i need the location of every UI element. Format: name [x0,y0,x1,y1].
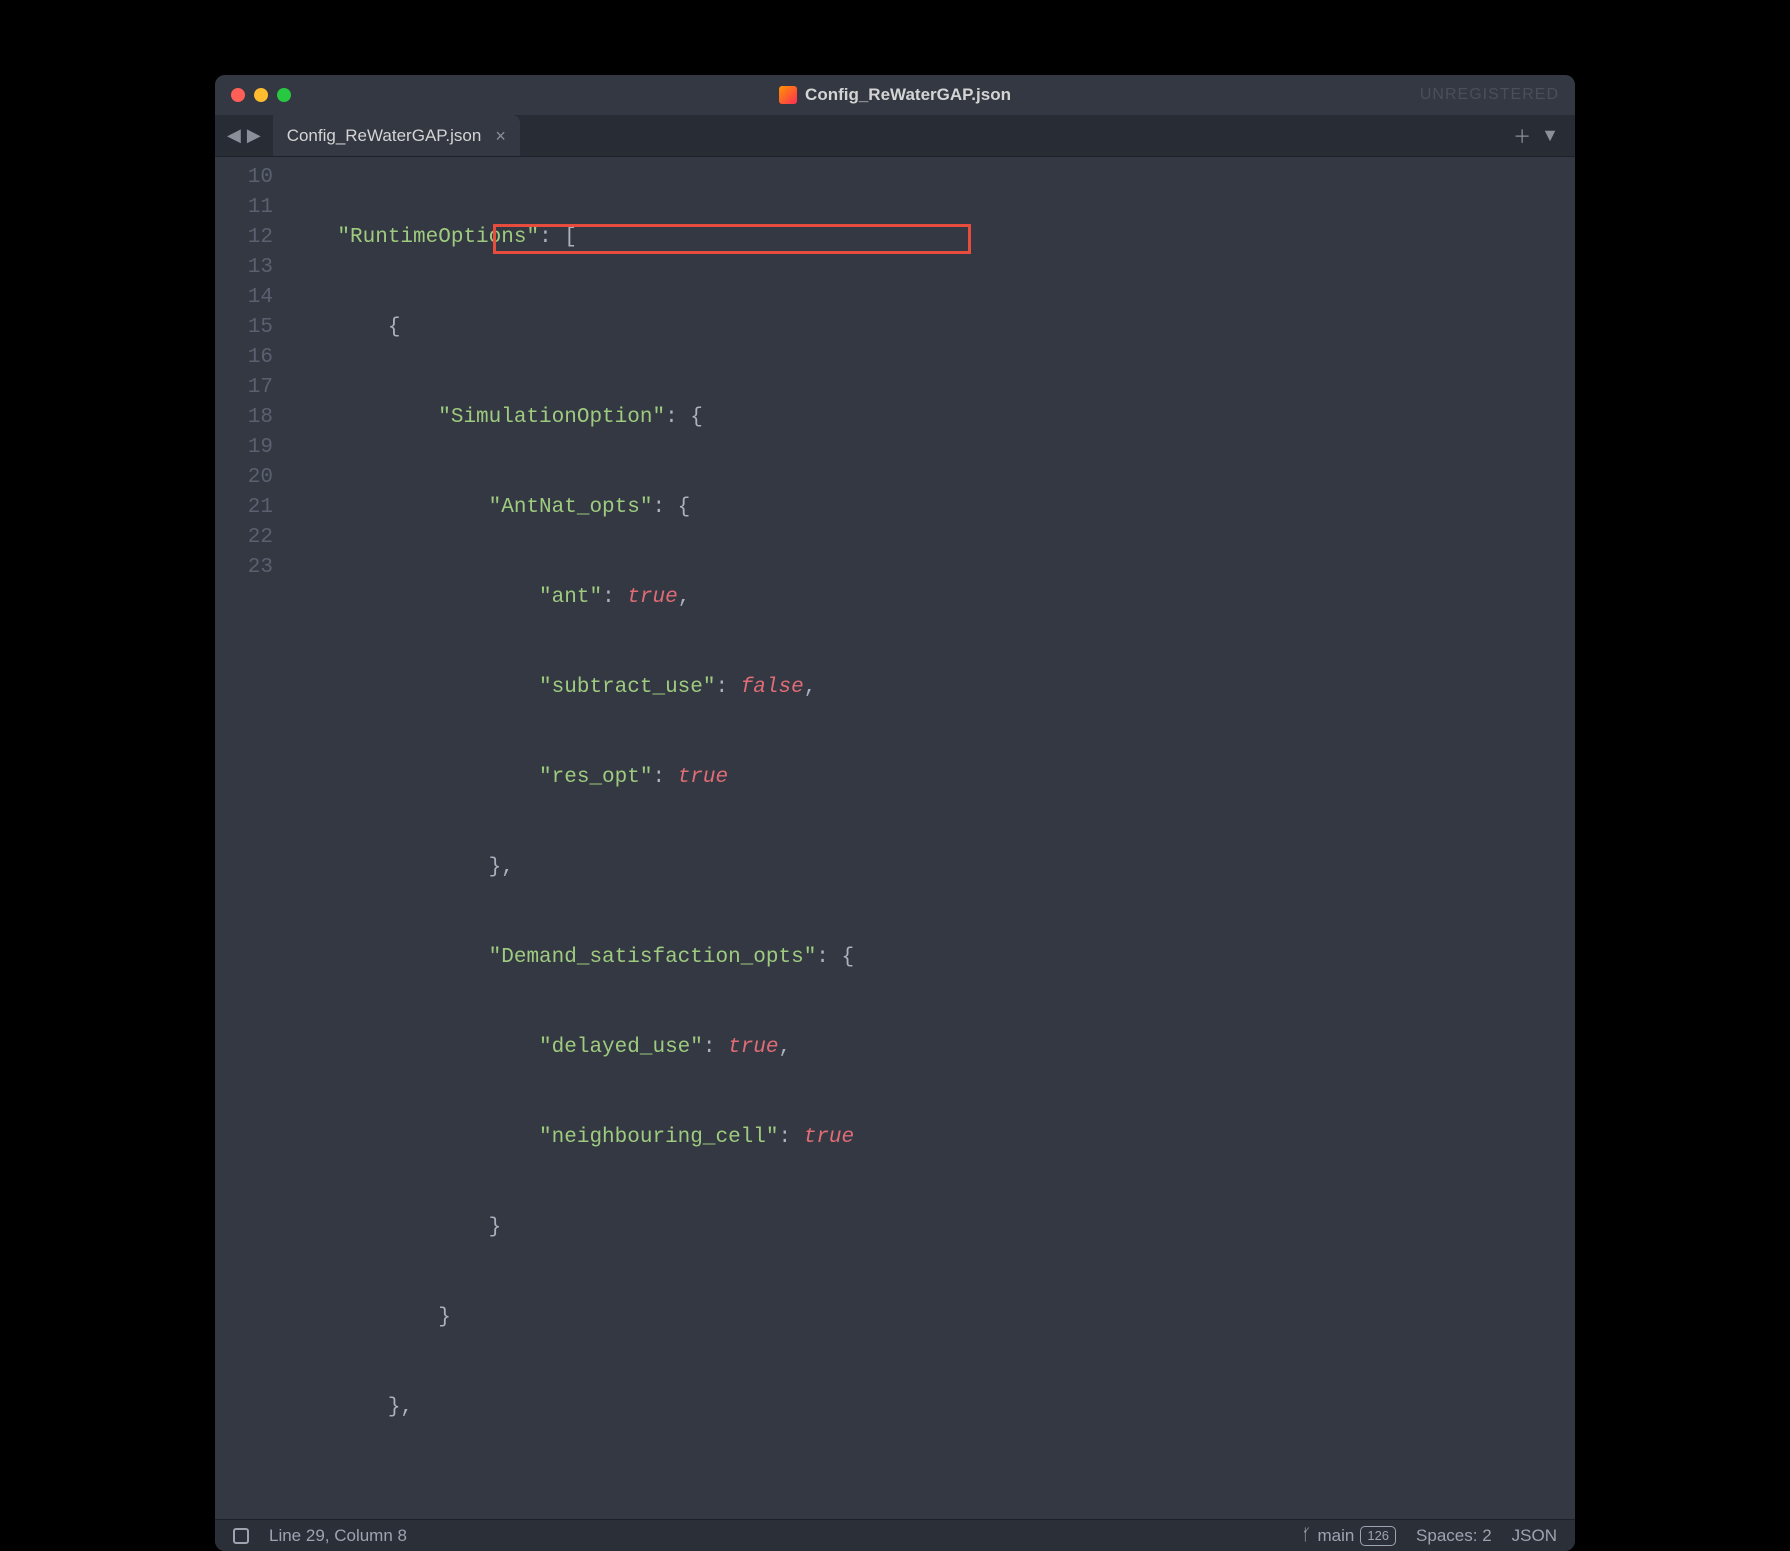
syntax-mode[interactable]: JSON [1512,1526,1557,1546]
code-line: } [287,1213,1575,1243]
line-number: 20 [215,463,273,493]
traffic-lights [231,88,291,102]
minimize-window-button[interactable] [254,88,268,102]
code-line: "delayed_use": true, [287,1033,1575,1063]
tab-menu-icon[interactable]: ▼ [1541,125,1559,146]
line-number: 19 [215,433,273,463]
editor-area[interactable]: 10 11 12 13 14 15 16 17 18 19 20 21 22 2… [215,157,1575,1519]
line-number: 16 [215,343,273,373]
line-number: 13 [215,253,273,283]
line-number: 17 [215,373,273,403]
window-title-text: Config_ReWaterGAP.json [805,85,1011,105]
code-line: "RuntimeOptions": [ [287,223,1575,253]
line-number: 11 [215,193,273,223]
line-number: 15 [215,313,273,343]
code-line: "AntNat_opts": { [287,493,1575,523]
code-line: { [287,313,1575,343]
code-line: "neighbouring_cell": true [287,1123,1575,1153]
tab-history-nav: ◀ ▶ [215,115,273,156]
statusbar: Line 29, Column 8 ᚶ main 126 Spaces: 2 J… [215,1519,1575,1551]
titlebar: Config_ReWaterGAP.json UNREGISTERED [215,75,1575,115]
line-number: 22 [215,523,273,553]
panel-toggle-icon[interactable] [233,1528,249,1544]
line-number: 10 [215,163,273,193]
line-number: 14 [215,283,273,313]
tab-label: Config_ReWaterGAP.json [287,126,482,146]
code-line: }, [287,853,1575,883]
new-tab-icon[interactable]: ＋ [1513,123,1531,149]
tabbar: ◀ ▶ Config_ReWaterGAP.json × ＋ ▼ [215,115,1575,157]
line-number: 12 [215,223,273,253]
code-line: "subtract_use": false, [287,673,1575,703]
maximize-window-button[interactable] [277,88,291,102]
code-line: "SimulationOption": { [287,403,1575,433]
code-line: } [287,1303,1575,1333]
git-branch-icon: ᚶ [1302,1527,1312,1545]
close-tab-icon[interactable]: × [495,127,506,145]
line-number: 21 [215,493,273,523]
git-branch-indicator[interactable]: ᚶ main 126 [1302,1526,1396,1546]
unregistered-label: UNREGISTERED [1420,86,1559,104]
code-content[interactable]: "RuntimeOptions": [ { "SimulationOption"… [287,157,1575,1519]
nav-back-icon[interactable]: ◀ [225,125,243,146]
tab-active[interactable]: Config_ReWaterGAP.json × [273,115,520,156]
line-number-gutter: 10 11 12 13 14 15 16 17 18 19 20 21 22 2… [215,157,287,1519]
indentation-setting[interactable]: Spaces: 2 [1416,1526,1492,1546]
close-window-button[interactable] [231,88,245,102]
code-line: }, [287,1393,1575,1423]
window-title: Config_ReWaterGAP.json [779,85,1011,105]
code-line: "res_opt": true [287,763,1575,793]
cursor-position[interactable]: Line 29, Column 8 [269,1526,407,1546]
code-line: "ant": true, [287,583,1575,613]
git-branch-name: main [1317,1526,1354,1546]
line-number: 23 [215,553,273,583]
file-icon [779,86,797,104]
code-line: "Demand_satisfaction_opts": { [287,943,1575,973]
line-number: 18 [215,403,273,433]
nav-forward-icon[interactable]: ▶ [245,125,263,146]
git-change-count: 126 [1360,1526,1396,1546]
tab-actions: ＋ ▼ [1513,115,1575,156]
editor-window: Config_ReWaterGAP.json UNREGISTERED ◀ ▶ … [215,75,1575,1551]
